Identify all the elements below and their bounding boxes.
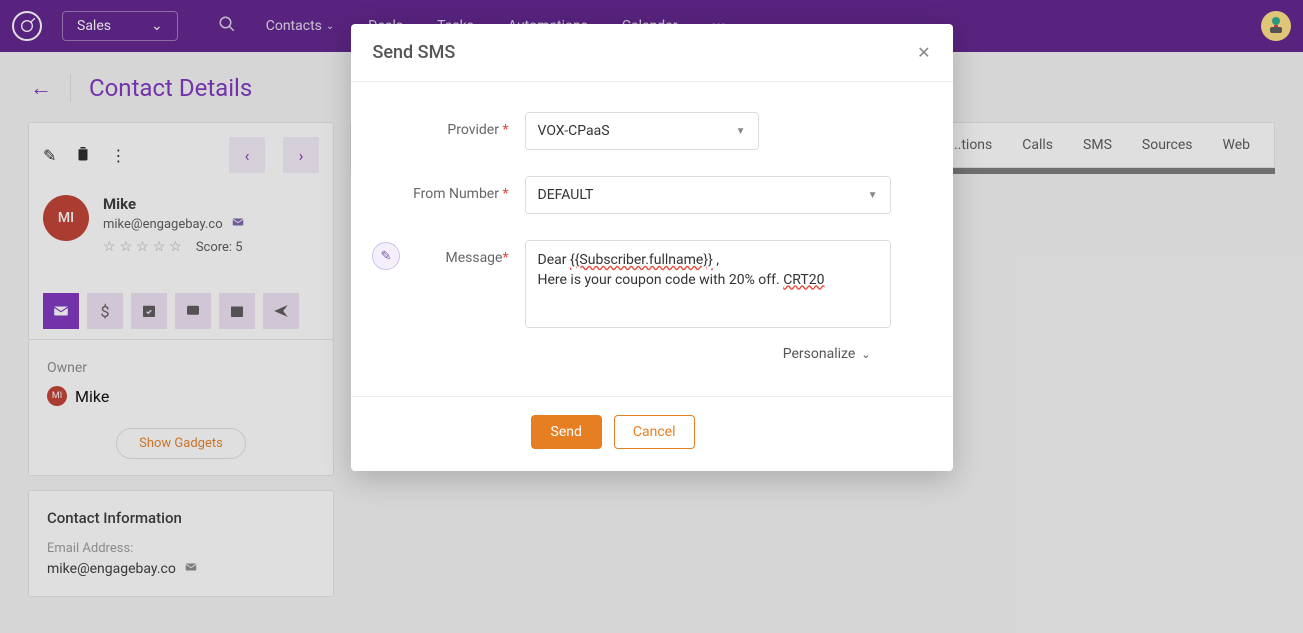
caret-down-icon: ▼: [868, 190, 878, 201]
personalize-dropdown[interactable]: Personalize ⌄: [385, 346, 891, 362]
cancel-button[interactable]: Cancel: [614, 415, 695, 449]
provider-value: VOX-CPaaS: [538, 123, 610, 139]
coupon-code: CRT20: [783, 272, 824, 288]
caret-down-icon: ▼: [736, 126, 746, 137]
provider-select[interactable]: VOX-CPaaS ▼: [525, 112, 759, 150]
from-number-value: DEFAULT: [538, 187, 594, 203]
send-button[interactable]: Send: [531, 415, 602, 449]
close-icon[interactable]: ✕: [917, 43, 930, 62]
send-sms-modal: Send SMS ✕ Provider * VOX-CPaaS ▼ From N…: [351, 24, 953, 471]
message-textarea[interactable]: Dear {{Subscriber.fullname}} , Here is y…: [525, 240, 891, 328]
from-number-select[interactable]: DEFAULT ▼: [525, 176, 891, 214]
chevron-down-icon: ⌄: [861, 348, 870, 361]
message-label: Message*: [385, 240, 525, 266]
modal-title: Send SMS: [373, 42, 456, 63]
merge-tag: {{Subscriber.fullname}}: [570, 252, 713, 268]
edit-icon: ✎: [372, 242, 400, 270]
provider-label: Provider *: [385, 112, 525, 138]
from-number-label: From Number *: [385, 176, 525, 202]
